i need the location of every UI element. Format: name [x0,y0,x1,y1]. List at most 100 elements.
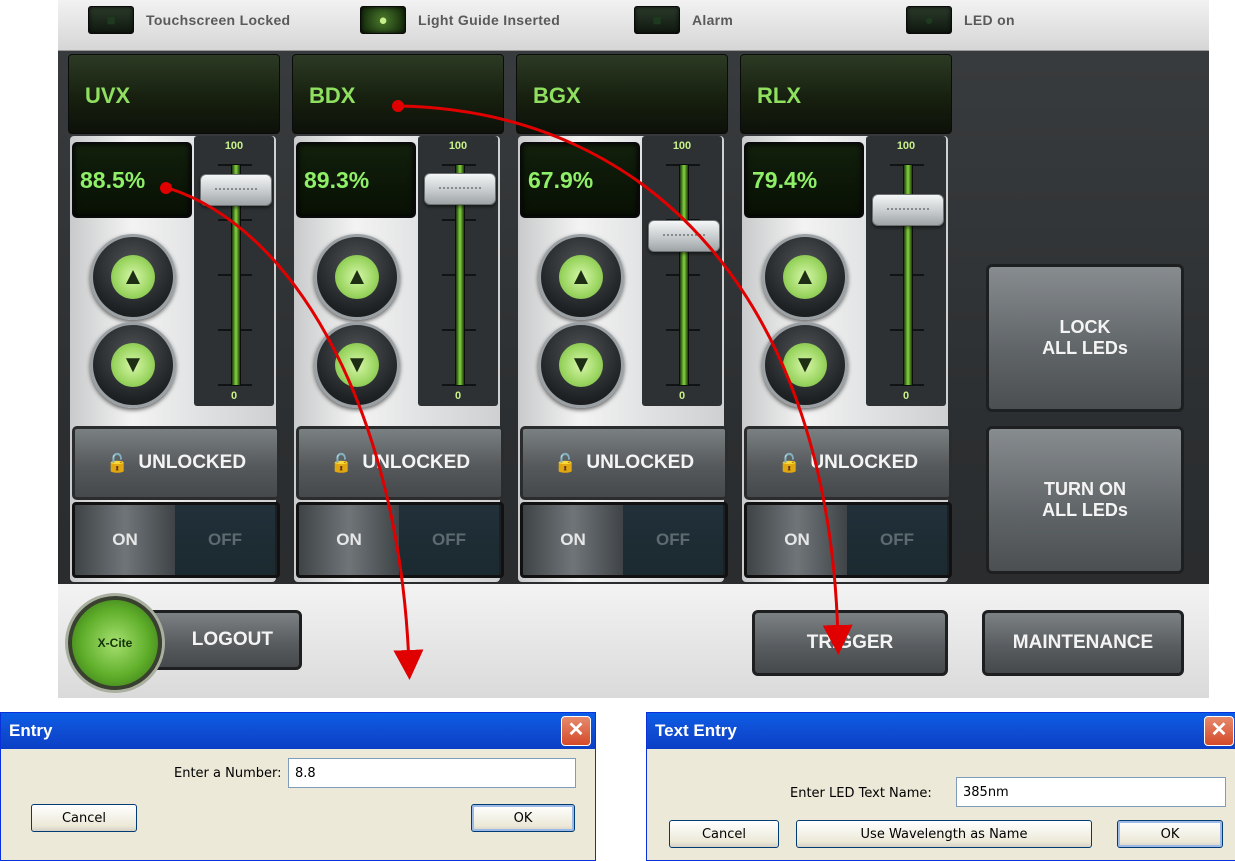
maintenance-button[interactable]: MAINTENANCE [982,610,1184,676]
number-input[interactable] [288,758,576,788]
off-label: OFF [208,530,242,549]
chevron-up-icon: ▲ [111,255,155,299]
lock-toggle-button[interactable]: 🔓 UNLOCKED [744,426,952,500]
on-off-switch[interactable]: ON OFF [72,502,280,578]
channel-name-field[interactable]: BDX [292,54,504,134]
status-led-on: ● LED on [906,6,1015,34]
turn-on-all-leds-button[interactable]: TURN ON ALL LEDs [986,426,1184,574]
intensity-slider[interactable]: 100 0 [418,136,498,406]
slider-max-label: 100 [896,140,916,152]
button-label: OK [513,810,533,826]
channel-controls: 89.3% ▲ ▼ 100 0 🔓 UNLOCKED ON OFF [294,136,504,582]
intensity-value: 79.4% [752,167,818,193]
intensity-readout[interactable]: 89.3% [296,142,416,218]
chevron-up-icon: ▲ [783,255,827,299]
channel-name: BGX [533,83,581,108]
decrease-button[interactable]: ▼ [538,322,624,408]
slider-handle[interactable] [872,194,944,227]
intensity-readout[interactable]: 67.9% [520,142,640,218]
lock-all-leds-button[interactable]: LOCK ALL LEDs [986,264,1184,412]
dialog-title-bar: Entry ✕ [1,713,595,749]
slider-max-label: 100 [672,140,692,152]
status-light-guide: ● Light Guide Inserted [360,6,560,34]
increase-button[interactable]: ▲ [538,234,624,320]
button-label: LOCK ALL LEDs [1042,317,1128,358]
intensity-value: 88.5% [80,167,146,193]
intensity-slider[interactable]: 100 0 [194,136,274,406]
on-off-switch[interactable]: ON OFF [296,502,504,578]
slider-handle[interactable] [648,219,720,252]
ok-button[interactable]: OK [1117,820,1223,848]
cancel-button[interactable]: Cancel [31,804,137,832]
status-label: Light Guide Inserted [418,12,561,28]
use-wavelength-button[interactable]: Use Wavelength as Name [796,820,1092,848]
led-channel-bgx: BGX 67.9% ▲ ▼ 100 0 🔓 UNLOCKED ON OFF [512,52,730,582]
text-entry-dialog: Text Entry ✕ Enter LED Text Name: Cancel… [646,712,1235,861]
button-label: TURN ON ALL LEDs [1042,479,1128,520]
entry-dialog: Entry ✕ Enter a Number: Cancel OK [0,712,596,861]
slider-min-label: 0 [902,390,910,402]
decrease-button[interactable]: ▼ [762,322,848,408]
lock-label: UNLOCKED [586,452,695,473]
slider-min-label: 0 [230,390,238,402]
button-label: OK [1160,826,1180,842]
off-segment[interactable]: OFF [399,505,499,575]
chevron-down-icon: ▼ [559,343,603,387]
ok-button[interactable]: OK [471,804,575,832]
off-segment[interactable]: OFF [623,505,723,575]
slider-handle[interactable] [200,174,272,207]
chevron-down-icon: ▼ [783,343,827,387]
increase-button[interactable]: ▲ [762,234,848,320]
channel-name-field[interactable]: BGX [516,54,728,134]
led-name-input[interactable] [956,777,1226,807]
lock-label: UNLOCKED [362,452,471,473]
on-label: ON [560,530,586,549]
on-off-switch[interactable]: ON OFF [520,502,728,578]
xcite-logo: X-Cite [68,596,162,690]
on-label: ON [336,530,362,549]
chevron-up-icon: ▲ [559,255,603,299]
led-name-label: Enter LED Text Name: [790,786,932,801]
off-segment[interactable]: OFF [847,505,947,575]
status-label: LED on [964,12,1015,28]
status-bar: ■ Touchscreen Locked ● Light Guide Inser… [58,0,1209,51]
channel-name-field[interactable]: UVX [68,54,280,134]
close-icon[interactable]: ✕ [561,716,591,746]
dialog-title: Text Entry [655,721,737,740]
on-segment[interactable]: ON [747,505,847,575]
close-icon[interactable]: ✕ [1204,716,1234,746]
status-label: Touchscreen Locked [146,12,291,28]
off-label: OFF [656,530,690,549]
intensity-slider[interactable]: 100 0 [866,136,946,406]
channel-name: RLX [757,83,801,108]
on-segment[interactable]: ON [523,505,623,575]
off-segment[interactable]: OFF [175,505,275,575]
on-segment[interactable]: ON [75,505,175,575]
slider-handle[interactable] [424,172,496,205]
lock-toggle-button[interactable]: 🔓 UNLOCKED [296,426,504,500]
chevron-down-icon: ▼ [335,343,379,387]
lock-toggle-button[interactable]: 🔓 UNLOCKED [520,426,728,500]
intensity-readout[interactable]: 79.4% [744,142,864,218]
cancel-button[interactable]: Cancel [669,820,779,848]
decrease-button[interactable]: ▼ [90,322,176,408]
trigger-button[interactable]: TRIGGER [752,610,948,676]
channel-name-field[interactable]: RLX [740,54,952,134]
unlocked-padlock-icon: 🔓 [329,452,353,473]
lock-label: UNLOCKED [810,452,919,473]
status-alarm: ■ Alarm [634,6,733,34]
channel-controls: 67.9% ▲ ▼ 100 0 🔓 UNLOCKED ON OFF [518,136,728,582]
lock-toggle-button[interactable]: 🔓 UNLOCKED [72,426,280,500]
intensity-slider[interactable]: 100 0 [642,136,722,406]
decrease-button[interactable]: ▼ [314,322,400,408]
increase-button[interactable]: ▲ [90,234,176,320]
button-label: LOGOUT [191,629,273,650]
on-label: ON [784,530,810,549]
increase-button[interactable]: ▲ [314,234,400,320]
on-segment[interactable]: ON [299,505,399,575]
off-label: OFF [432,530,466,549]
logo-text: X-Cite [97,636,133,650]
button-label: Cancel [61,810,107,826]
on-off-switch[interactable]: ON OFF [744,502,952,578]
intensity-readout[interactable]: 88.5% [72,142,192,218]
